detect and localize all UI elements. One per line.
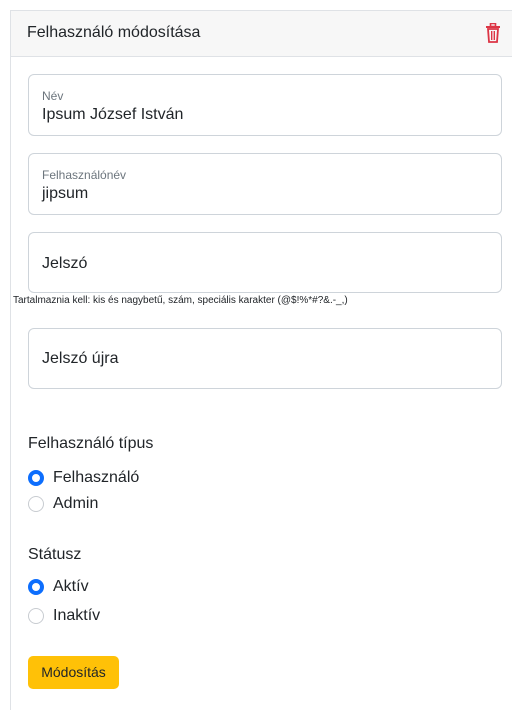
password-hint: Tartalmaznia kell: kis és nagybetű, szám… bbox=[13, 295, 348, 306]
name-field-value: Ipsum József István bbox=[42, 106, 184, 123]
user-type-option-admin[interactable]: Admin bbox=[28, 493, 98, 515]
user-type-title: Felhasználó típus bbox=[28, 435, 154, 452]
card-title: Felhasználó módosítása bbox=[27, 24, 201, 41]
radio-label: Felhasználó bbox=[53, 469, 140, 486]
radio-unchecked-icon bbox=[28, 608, 44, 624]
delete-button[interactable] bbox=[485, 22, 501, 43]
password-field[interactable]: Jelszó bbox=[28, 232, 502, 293]
status-option-inactive[interactable]: Inaktív bbox=[28, 605, 100, 627]
card-header: Felhasználó módosítása bbox=[11, 11, 512, 57]
radio-label: Admin bbox=[53, 495, 99, 512]
password-confirm-field[interactable]: Jelszó újra bbox=[28, 328, 502, 389]
name-field-label: Név bbox=[42, 89, 64, 103]
username-field-label: Felhasználónév bbox=[42, 168, 127, 182]
status-option-active[interactable]: Aktív bbox=[28, 576, 89, 598]
radio-label: Aktív bbox=[53, 578, 89, 595]
password-field-placeholder: Jelszó bbox=[42, 255, 88, 272]
submit-button[interactable]: Módosítás bbox=[28, 656, 119, 689]
radio-checked-icon bbox=[28, 470, 44, 486]
radio-label: Inaktív bbox=[53, 607, 101, 624]
user-type-option-felhasznalo[interactable]: Felhasználó bbox=[28, 467, 139, 489]
username-field-value: jipsum bbox=[42, 185, 89, 202]
username-field[interactable]: Felhasználónév jipsum bbox=[28, 153, 502, 215]
edit-user-card: Felhasználó módosítása Név Ipsum József … bbox=[10, 10, 512, 710]
radio-checked-icon bbox=[28, 579, 44, 595]
radio-unchecked-icon bbox=[28, 496, 44, 512]
status-title: Státusz bbox=[28, 546, 82, 563]
password-confirm-placeholder: Jelszó újra bbox=[42, 350, 119, 367]
name-field[interactable]: Név Ipsum József István bbox=[28, 74, 502, 136]
trash-icon bbox=[486, 22, 500, 43]
